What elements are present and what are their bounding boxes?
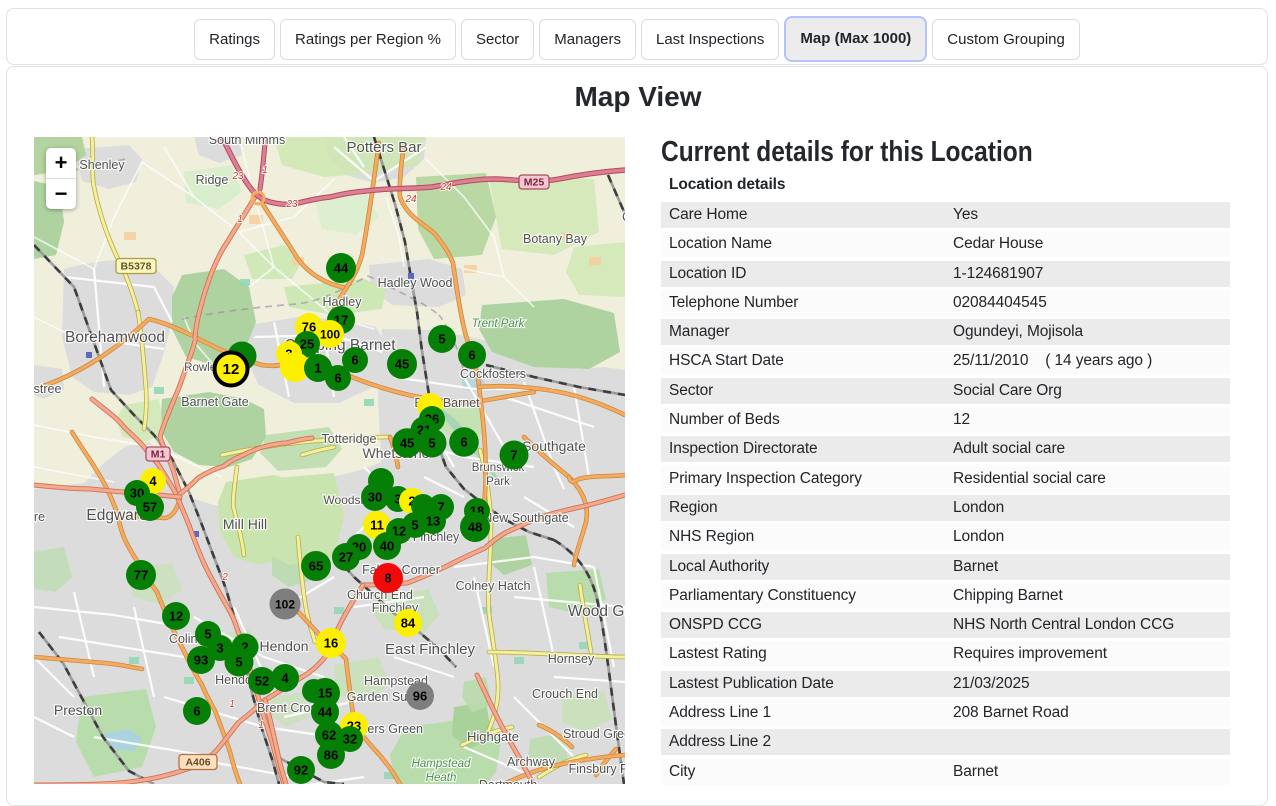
svg-text:5: 5: [438, 332, 445, 347]
svg-text:23: 23: [231, 171, 244, 182]
svg-text:4: 4: [149, 474, 157, 489]
svg-text:16: 16: [324, 636, 338, 651]
svg-text:65: 65: [309, 559, 323, 574]
svg-text:8: 8: [384, 571, 391, 586]
svg-text:11: 11: [370, 518, 384, 533]
svg-text:52: 52: [255, 674, 269, 689]
svg-text:45: 45: [395, 357, 409, 372]
svg-text:44: 44: [334, 261, 349, 276]
svg-text:Hadley Wood: Hadley Wood: [378, 276, 453, 290]
svg-text:Preston: Preston: [54, 702, 102, 718]
svg-text:30: 30: [368, 490, 382, 505]
svg-text:M1: M1: [151, 449, 166, 461]
svg-text:South Mimms: South Mimms: [209, 137, 285, 147]
svg-text:44: 44: [318, 705, 333, 720]
svg-text:Mill Hill: Mill Hill: [223, 516, 267, 532]
svg-text:Hendon: Hendon: [259, 638, 308, 654]
svg-text:Cockfosters: Cockfosters: [460, 367, 526, 381]
svg-text:Ridge: Ridge: [196, 173, 229, 187]
svg-text:4: 4: [281, 671, 289, 686]
svg-text:2: 2: [221, 572, 228, 583]
svg-text:M25: M25: [524, 177, 545, 189]
svg-text:24: 24: [439, 182, 452, 193]
svg-text:Totteridge: Totteridge: [322, 432, 377, 446]
svg-text:57: 57: [143, 500, 157, 515]
svg-text:Crouch End: Crouch End: [532, 687, 598, 701]
svg-text:Dartmouth: Dartmouth: [479, 778, 537, 784]
svg-text:A406: A406: [185, 757, 210, 769]
svg-text:96: 96: [413, 689, 427, 704]
svg-text:27: 27: [339, 550, 353, 565]
svg-text:93: 93: [194, 653, 208, 668]
svg-text:1: 1: [262, 165, 268, 176]
svg-text:6: 6: [460, 435, 467, 450]
svg-text:Shenley: Shenley: [79, 158, 125, 172]
svg-text:Potters Bar: Potters Bar: [346, 139, 421, 156]
svg-text:Hampstead: Hampstead: [412, 758, 471, 770]
svg-text:92: 92: [294, 763, 308, 778]
svg-text:62: 62: [322, 728, 336, 743]
svg-text:Heath: Heath: [426, 772, 457, 784]
svg-text:5: 5: [428, 436, 435, 451]
svg-text:Highgate: Highgate: [467, 729, 519, 744]
svg-text:Southgate: Southgate: [522, 438, 586, 454]
svg-text:New Southgate: New Southgate: [483, 511, 569, 525]
svg-text:5: 5: [411, 518, 418, 533]
svg-text:1: 1: [229, 699, 235, 710]
svg-text:6: 6: [351, 353, 358, 368]
svg-text:1: 1: [258, 720, 264, 731]
svg-text:24: 24: [404, 194, 417, 205]
svg-text:Park: Park: [486, 476, 510, 488]
svg-text:Wood Gre: Wood Gre: [568, 603, 625, 620]
svg-text:45: 45: [400, 436, 414, 451]
svg-text:12: 12: [169, 609, 183, 624]
svg-text:32: 32: [343, 732, 357, 747]
svg-text:12: 12: [223, 361, 240, 378]
svg-text:25: 25: [300, 337, 314, 352]
svg-text:84: 84: [401, 616, 416, 631]
svg-text:Barnet Gate: Barnet Gate: [181, 395, 248, 409]
svg-text:East Finchley: East Finchley: [385, 641, 476, 658]
svg-text:40: 40: [380, 539, 394, 554]
svg-text:6: 6: [468, 348, 475, 363]
svg-text:Archway: Archway: [507, 755, 556, 769]
svg-text:Finsbury Pa: Finsbury Pa: [569, 762, 625, 776]
svg-text:23: 23: [285, 199, 298, 210]
svg-text:6: 6: [334, 371, 341, 386]
svg-text:Elstree: Elstree: [34, 382, 61, 396]
svg-text:5: 5: [235, 655, 242, 670]
svg-text:86: 86: [324, 748, 338, 763]
svg-text:77: 77: [134, 568, 148, 583]
svg-text:Hornsey: Hornsey: [548, 652, 595, 666]
svg-text:Colney Hatch: Colney Hatch: [455, 579, 530, 593]
svg-text:48: 48: [468, 520, 482, 535]
svg-text:6: 6: [193, 704, 200, 719]
svg-text:Borehamwood: Borehamwood: [65, 329, 165, 346]
svg-text:102: 102: [275, 598, 295, 612]
svg-text:7: 7: [510, 448, 517, 463]
svg-text:Trent Park: Trent Park: [472, 318, 526, 330]
svg-text:1: 1: [314, 361, 321, 376]
svg-text:ore: ore: [34, 510, 45, 524]
svg-text:3: 3: [216, 641, 223, 656]
svg-text:Cre: Cre: [622, 210, 625, 224]
svg-text:1: 1: [237, 214, 243, 225]
svg-text:Botany Bay: Botany Bay: [523, 232, 588, 246]
svg-text:Stroud Gree: Stroud Gree: [563, 727, 625, 741]
svg-text:100: 100: [320, 328, 340, 342]
svg-text:B5378: B5378: [121, 261, 152, 273]
